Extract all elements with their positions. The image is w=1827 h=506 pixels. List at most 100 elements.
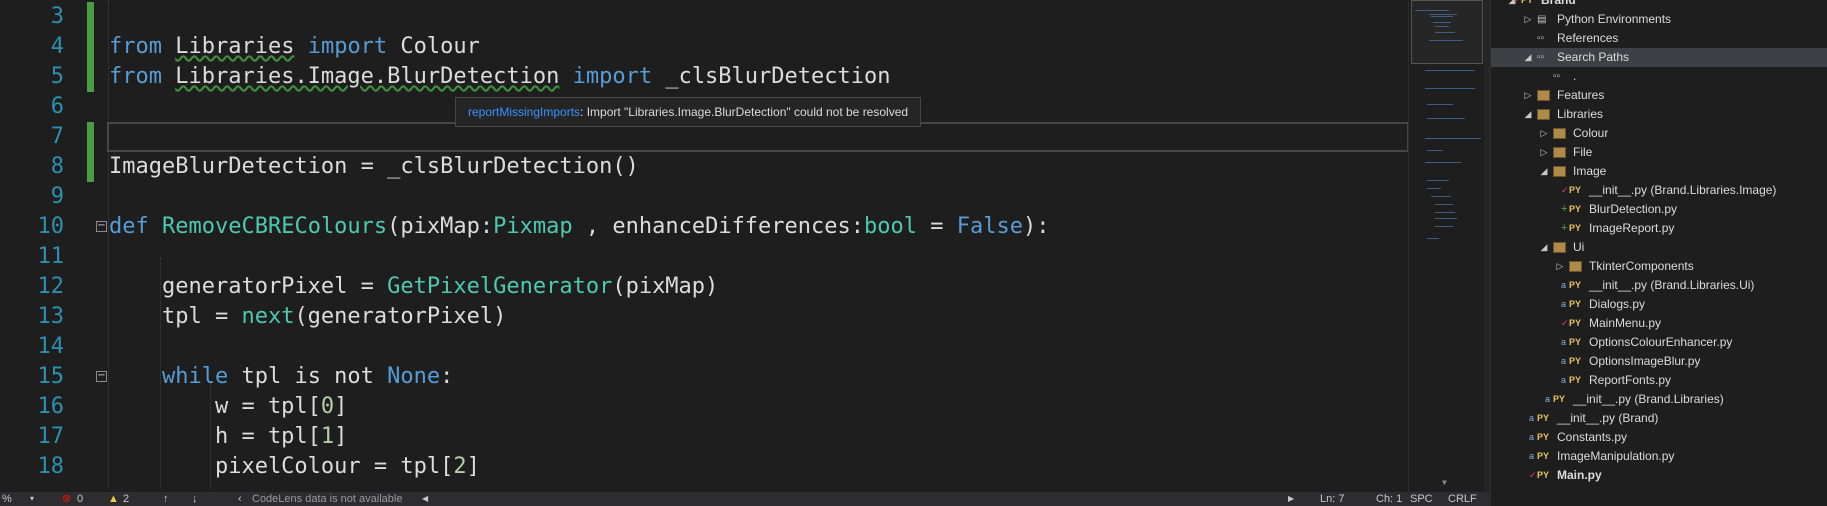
line-number: 10 bbox=[37, 214, 65, 239]
collapse-region-icon[interactable]: − bbox=[96, 221, 107, 232]
code-token: generatorPixel = bbox=[109, 274, 388, 299]
tree-item-label: References bbox=[1557, 31, 1619, 45]
zoom-level[interactable]: % bbox=[2, 492, 12, 506]
code-line[interactable]: 16 w = tpl[0] bbox=[0, 392, 1408, 422]
code-token: while bbox=[161, 364, 229, 389]
code-text[interactable]: tpl = next(generatorPixel) bbox=[109, 302, 506, 332]
code-text[interactable]: w = tpl[0] bbox=[109, 392, 347, 422]
tree-item[interactable]: a PY __init__.py (Brand.Libraries) bbox=[1491, 390, 1827, 409]
tree-item[interactable]: a PY ReportFonts.py bbox=[1491, 371, 1827, 390]
tree-item[interactable]: + PY ImageReport.py bbox=[1491, 219, 1827, 238]
tree-item[interactable]: ▷ File bbox=[1491, 143, 1827, 162]
code-text[interactable]: from Libraries import Colour bbox=[109, 32, 480, 62]
line-ending-mode[interactable]: CRLF bbox=[1448, 492, 1477, 506]
tree-item-label: Ui bbox=[1573, 240, 1585, 254]
code-line[interactable]: 14 bbox=[0, 332, 1408, 362]
tooltip-rule[interactable]: reportMissingImports bbox=[468, 105, 580, 119]
code-line[interactable]: 12 generatorPixel = GetPixelGenerator(pi… bbox=[0, 272, 1408, 302]
tree-item[interactable]: a PY __init__.py (Brand.Libraries.Ui) bbox=[1491, 276, 1827, 295]
code-line[interactable]: 3 bbox=[0, 2, 1408, 32]
error-count[interactable]: 0 bbox=[77, 492, 83, 506]
change-marker bbox=[87, 32, 94, 62]
next-issue-arrow-icon[interactable]: ↓ bbox=[192, 492, 198, 506]
collapsed-arrow-icon[interactable]: ▷ bbox=[1523, 10, 1533, 29]
tree-item[interactable]: a PY OptionsImageBlur.py bbox=[1491, 352, 1827, 371]
scroll-left-icon[interactable]: ◀ bbox=[422, 492, 428, 506]
column-status[interactable]: Ch: 1 bbox=[1376, 492, 1402, 506]
code-editor[interactable]: 3 4 from Libraries import Colour 5 from Libr… bbox=[0, 0, 1408, 492]
tree-item[interactable]: ▷ Features bbox=[1491, 86, 1827, 105]
line-number-status[interactable]: Ln: 7 bbox=[1320, 492, 1344, 506]
tree-item[interactable]: ▷ Colour bbox=[1491, 124, 1827, 143]
warning-count[interactable]: 2 bbox=[123, 492, 129, 506]
code-line[interactable]: 15 − while tpl is not None: bbox=[0, 362, 1408, 392]
tree-item-label: OptionsColourEnhancer.py bbox=[1589, 335, 1733, 349]
code-line[interactable]: 18 pixelColour = tpl[2] bbox=[0, 452, 1408, 482]
codelens-status: CodeLens data is not available bbox=[252, 493, 403, 505]
tree-item[interactable]: ◢ ✓ PY Brand bbox=[1491, 0, 1827, 10]
tree-item[interactable]: a PY OptionsColourEnhancer.py bbox=[1491, 333, 1827, 352]
code-token: , enhanceDifferences: bbox=[572, 214, 865, 239]
collapsed-arrow-icon[interactable]: ▷ bbox=[1523, 86, 1533, 105]
code-line[interactable]: 8 ImageBlurDetection = _clsBlurDetection(… bbox=[0, 152, 1408, 182]
code-text[interactable]: h = tpl[1] bbox=[109, 422, 347, 452]
code-text[interactable]: while tpl is not None: bbox=[109, 362, 453, 392]
collapsed-arrow-icon[interactable]: ▷ bbox=[1539, 143, 1549, 162]
tree-item[interactable]: ◢ Ui bbox=[1491, 238, 1827, 257]
tree-item-label: MainMenu.py bbox=[1589, 316, 1662, 330]
code-token: (pixMap: bbox=[387, 214, 494, 239]
tree-item[interactable]: ▷ ▤ Python Environments bbox=[1491, 10, 1827, 29]
code-text[interactable]: def RemoveCBREColours(pixMap:Pixmap , en… bbox=[109, 212, 1050, 242]
code-token: Libraries.Image.BlurDetection bbox=[175, 64, 560, 89]
zoom-dropdown-icon[interactable]: ▾ bbox=[30, 492, 34, 506]
tree-item[interactable]: a PY __init__.py (Brand) bbox=[1491, 409, 1827, 428]
expanded-arrow-icon[interactable]: ◢ bbox=[1539, 238, 1549, 257]
code-line[interactable]: 13 tpl = next(generatorPixel) bbox=[0, 302, 1408, 332]
code-text[interactable]: generatorPixel = GetPixelGenerator(pixMa… bbox=[109, 272, 718, 302]
previous-issue-arrow-icon[interactable]: ↑ bbox=[163, 492, 169, 506]
tree-item[interactable]: a PY Constants.py bbox=[1491, 428, 1827, 447]
collapsed-arrow-icon[interactable]: ▷ bbox=[1539, 124, 1549, 143]
collapsed-arrow-icon[interactable]: ▷ bbox=[1555, 257, 1565, 276]
tree-item[interactable]: ✓ PY MainMenu.py bbox=[1491, 314, 1827, 333]
code-text[interactable]: from Libraries.Image.BlurDetection impor… bbox=[109, 62, 891, 92]
code-line[interactable]: 9 bbox=[0, 182, 1408, 212]
code-line[interactable]: 4 from Libraries import Colour bbox=[0, 32, 1408, 62]
checked-in-lock-icon: a bbox=[1529, 413, 1535, 423]
tree-item[interactable]: a PY Dialogs.py bbox=[1491, 295, 1827, 314]
checked-in-lock-icon: a bbox=[1561, 299, 1567, 309]
checked-out-icon: ✓ bbox=[1561, 185, 1569, 195]
scroll-right-icon[interactable]: ▶ bbox=[1288, 492, 1294, 506]
tree-item-label: BlurDetection.py bbox=[1589, 202, 1678, 216]
expanded-arrow-icon[interactable]: ◢ bbox=[1523, 105, 1533, 124]
tooltip-message: : Import "Libraries.Image.BlurDetection"… bbox=[580, 105, 909, 119]
scroll-down-arrow-icon[interactable]: ▼ bbox=[1442, 478, 1447, 487]
references-icon: ▫▫ bbox=[1537, 33, 1545, 44]
tree-item[interactable]: ✓ PY Main.py bbox=[1491, 466, 1827, 485]
code-line[interactable]: 17 h = tpl[1] bbox=[0, 422, 1408, 452]
expanded-arrow-icon[interactable]: ◢ bbox=[1523, 48, 1533, 67]
collapse-region-icon[interactable]: − bbox=[96, 371, 107, 382]
tree-item[interactable]: + PY BlurDetection.py bbox=[1491, 200, 1827, 219]
tree-item[interactable]: ▫▫. bbox=[1491, 67, 1827, 86]
tree-item[interactable]: ◢ Image bbox=[1491, 162, 1827, 181]
tree-item[interactable]: a PY ImageManipulation.py bbox=[1491, 447, 1827, 466]
tree-item-label: ReportFonts.py bbox=[1589, 373, 1672, 387]
tree-item[interactable]: ▫▫ References bbox=[1491, 29, 1827, 48]
codelens-left-arrow-icon[interactable]: ‹ bbox=[238, 492, 242, 506]
code-text[interactable]: pixelColour = tpl[2] bbox=[109, 452, 480, 482]
minimap[interactable]: ▼ bbox=[1408, 0, 1485, 492]
tree-item[interactable]: ▷ TkinterComponents bbox=[1491, 257, 1827, 276]
code-text[interactable]: ImageBlurDetection = _clsBlurDetection() bbox=[109, 152, 639, 182]
code-line[interactable]: 10 − def RemoveCBREColours(pixMap:Pixmap ,… bbox=[0, 212, 1408, 242]
tree-item[interactable]: ✓ PY __init__.py (Brand.Libraries.Image) bbox=[1491, 181, 1827, 200]
code-line[interactable]: 5 from Libraries.Image.BlurDetection impo… bbox=[0, 62, 1408, 92]
code-line[interactable]: 11 bbox=[0, 242, 1408, 272]
whitespace-mode[interactable]: SPC bbox=[1410, 492, 1433, 506]
tree-item-label: Constants.py bbox=[1557, 430, 1628, 444]
tree-item[interactable]: ◢ ▫▫ Search Paths bbox=[1491, 48, 1827, 67]
tree-item[interactable]: ◢ Libraries bbox=[1491, 105, 1827, 124]
expanded-arrow-icon[interactable]: ◢ bbox=[1539, 162, 1549, 181]
checked-in-lock-icon: a bbox=[1561, 337, 1567, 347]
checked-out-icon: ✓ bbox=[1561, 318, 1569, 328]
